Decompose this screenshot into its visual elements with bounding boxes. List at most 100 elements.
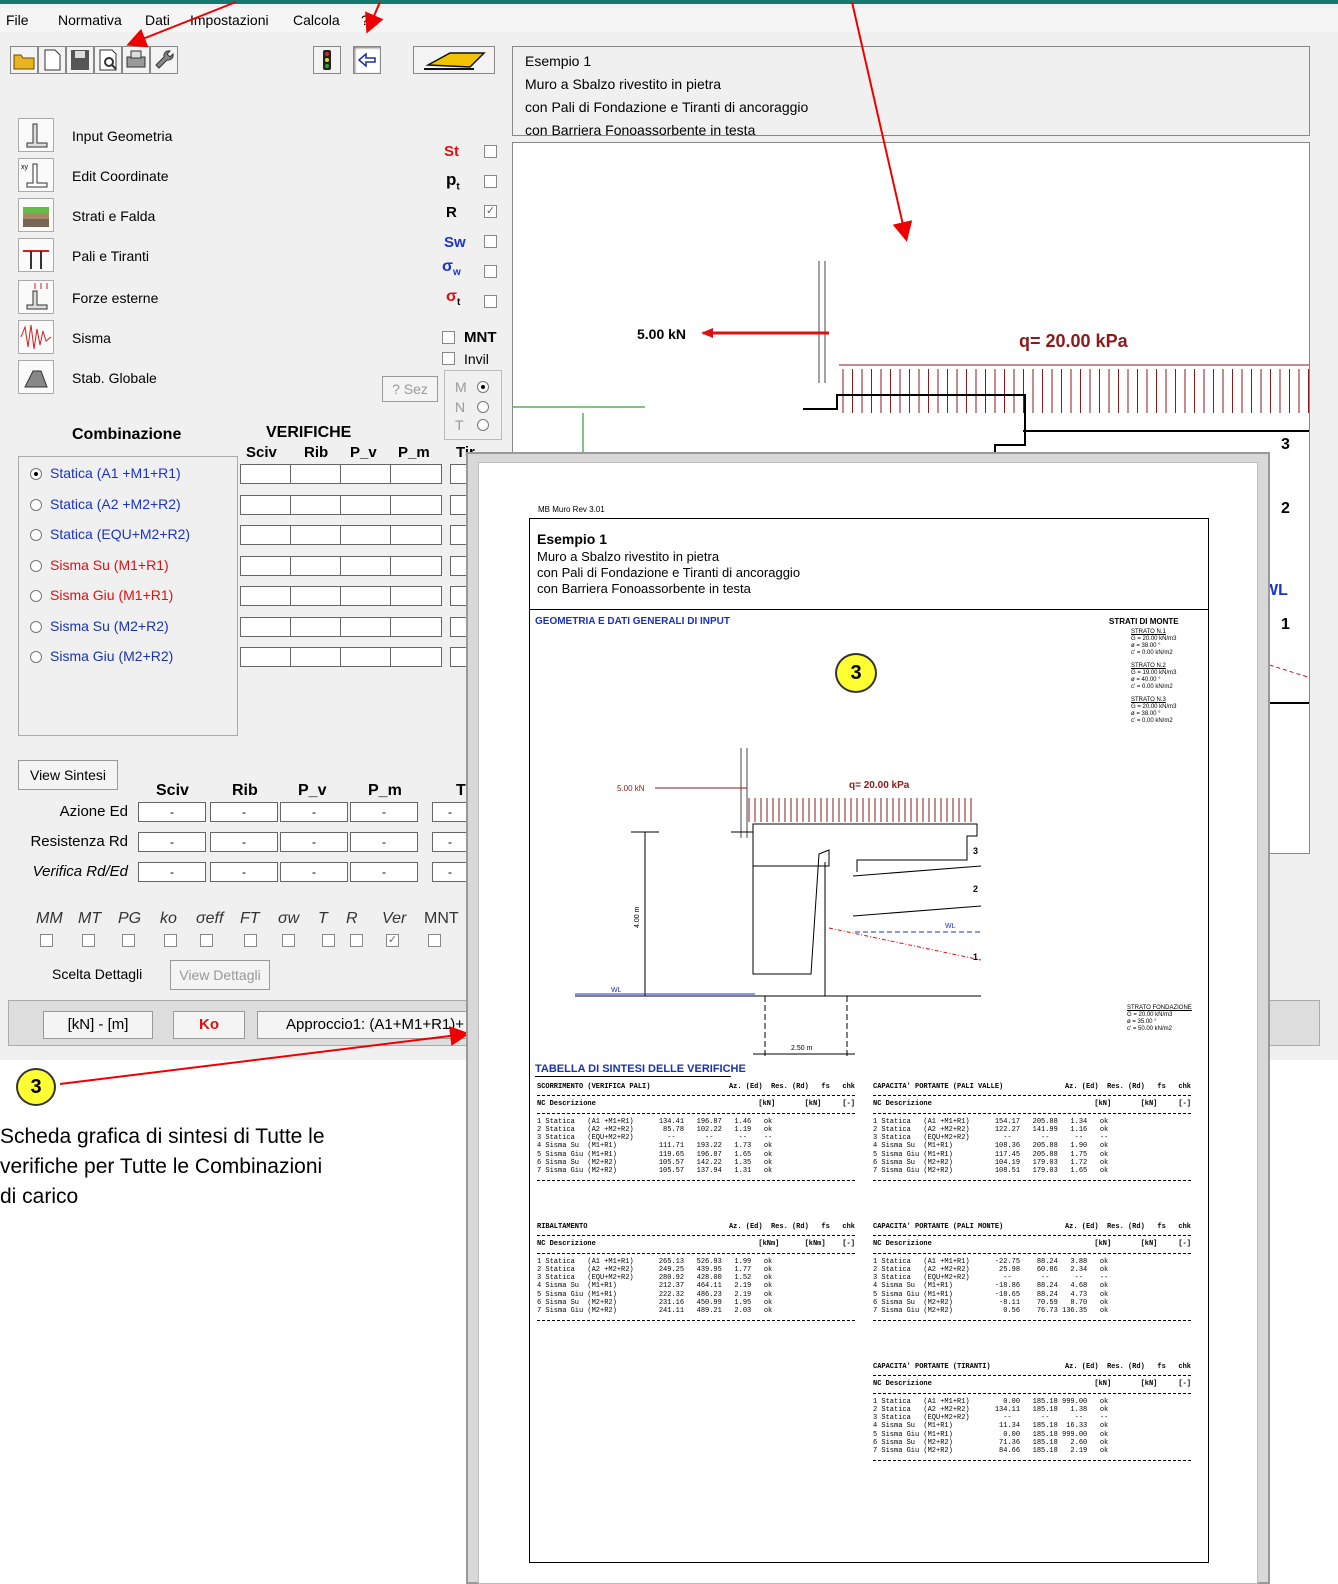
strati-title: STRATI DI MONTE — [1109, 617, 1179, 626]
strato-entry: STRATO N.2 G = 19.00 kN/m3 ø = 40.00 ° c' =… — [1131, 663, 1211, 691]
report-badge: 3 — [835, 653, 877, 693]
strati-list: STRATO N.1 G = 20.00 kN/m3 ø = 38.00 ° c' =… — [1131, 629, 1211, 731]
table-rule — [873, 1392, 1191, 1394]
callout-arrow — [126, 1, 237, 48]
table-row: 3 Statica (EQU+M2+R2) 280.92 428.00 1.52… — [537, 1274, 773, 1283]
report-desc-line-1: Muro a Sbalzo rivestito in pietra — [537, 549, 720, 564]
table-row: 6 Sisma Su (M2+R2) 105.57 142.22 1.35 ok — [537, 1159, 773, 1168]
table-row: 6 Sisma Su (M2+R2) 71.36 185.18 2.60 ok — [873, 1439, 1109, 1448]
callout-arrow — [365, 1, 384, 34]
report-wall-outline — [731, 823, 978, 872]
table-row: 2 Statica (A2 +M2+R2) 249.25 439.95 1.77… — [537, 1265, 773, 1274]
table-rule — [873, 1235, 1191, 1237]
verification-table: CAPACITA' PORTANTE (TIRANTI) Az. (Ed) Res… — [873, 1363, 1191, 1465]
table-subhead: NC Descrizione [kN] [kN] [-] — [873, 1380, 1191, 1388]
table-row: 1 Statica (A1 +M1+R1) -22.75 88.24 3.88 … — [873, 1257, 1109, 1266]
fondazione-phi: ø = 35.00 ° — [1127, 1019, 1157, 1025]
table-rule — [537, 1319, 855, 1321]
table-row: 1 Statica (A1 +M1+R1) 265.13 526.93 1.99… — [537, 1257, 773, 1266]
report-description: Muro a Sbalzo rivestito in pietra con Pa… — [537, 549, 937, 597]
strato-g: G = 19.00 kN/m3 — [1131, 670, 1177, 676]
table-rule — [537, 1112, 855, 1114]
table-rule — [873, 1179, 1191, 1181]
table-rule — [873, 1095, 1191, 1097]
table-row: 5 Sisma Giu (M1+R1) 119.65 196.87 1.65 o… — [537, 1150, 773, 1159]
strato-name: STRATO N.3 — [1131, 697, 1166, 703]
table-row: 6 Sisma Su (M2+R2) -8.11 70.59 8.70 ok — [873, 1299, 1109, 1308]
layer-boundary — [852, 905, 982, 917]
table-rule — [873, 1112, 1191, 1114]
table-subhead: NC Descrizione [kN] [kN] [-] — [873, 1100, 1191, 1108]
strato-entry: STRATO N.3 G = 20.00 kN/m3 ø = 38.00 ° c' =… — [1131, 697, 1211, 725]
geometry-section-title: GEOMETRIA E DATI GENERALI DI INPUT — [535, 616, 731, 627]
table-rule — [537, 1179, 855, 1181]
sintesi-table-title: TABELLA DI SINTESI DELLE VERIFICHE — [535, 1063, 746, 1075]
report-wall-drawing: 5.00 kN q= 20.00 kPa 4.00 m WL WL 3 2 1 … — [575, 748, 982, 1056]
report-load-label: q= 20.00 kPa — [849, 780, 910, 791]
table-nc-header: NC Descrizione — [873, 1380, 932, 1389]
table-row: 7 Sisma Giu (M2+R2) 0.56 76.73 136.35 ok — [873, 1307, 1109, 1316]
table-row: 5 Sisma Giu (M1+R1) -18.65 88.24 4.73 ok — [873, 1290, 1109, 1299]
strato-c: c' = 0.00 kN/m2 — [1131, 650, 1173, 656]
table-title: CAPACITA' PORTANTE (PALI MONTE) — [873, 1223, 1004, 1231]
table-col-header: Az. (Ed) Res. (Rd) fs chk — [1064, 1363, 1191, 1371]
report-sheet[interactable]: MB Muro Rev 3.01 Esempio 1 Muro a Sbalzo… — [478, 462, 1258, 1584]
report-divider — [529, 609, 1209, 610]
table-nc-header: NC Descrizione — [873, 1240, 932, 1249]
table-subhead: NC Descrizione [kN] [kN] [-] — [537, 1100, 855, 1108]
report-wl-front: WL — [611, 987, 622, 994]
table-row: 4 Sisma Su (M1+R1) 212.37 464.11 2.19 ok — [537, 1282, 773, 1291]
table-title: CAPACITA' PORTANTE (TIRANTI) — [873, 1363, 991, 1371]
table-row: 4 Sisma Su (M1+R1) 108.36 205.88 1.90 ok — [873, 1142, 1109, 1151]
table-nc-header: NC Descrizione — [873, 1100, 932, 1109]
width-label: 2.50 m — [791, 1045, 813, 1052]
table-row: 3 Statica (EQU+M2+R2) -- -- -- -- — [873, 1134, 1109, 1143]
table-row: 3 Statica (EQU+M2+R2) -- -- -- -- — [873, 1274, 1109, 1283]
table-row: 2 Statica (A2 +M2+R2) 134.11 185.18 1.38… — [873, 1405, 1109, 1414]
callout-arrow — [851, 1, 913, 242]
report-wl-back: WL — [945, 923, 956, 930]
table-row: 5 Sisma Giu (M1+R1) 222.32 486.23 2.19 o… — [537, 1290, 773, 1299]
table-head: CAPACITA' PORTANTE (TIRANTI) Az. (Ed) Res… — [873, 1363, 1191, 1371]
report-distributed-load — [748, 798, 972, 822]
table-row: 6 Sisma Su (M2+R2) 104.19 179.03 1.72 ok — [873, 1159, 1109, 1168]
table-rule — [537, 1235, 855, 1237]
table-nc-header: NC Descrizione — [537, 1240, 596, 1249]
verification-table: CAPACITA' PORTANTE (PALI MONTE) Az. (Ed) … — [873, 1223, 1191, 1325]
callout-arrow — [59, 1026, 470, 1085]
report-desc-line-3: con Barriera Fonoassorbente in testa — [537, 581, 751, 596]
table-units: [kNm] [kNm] [-] — [758, 1240, 855, 1249]
strato-phi: ø = 38.00 ° — [1131, 643, 1161, 649]
table-row: 2 Statica (A2 +M2+R2) 25.98 60.86 2.34 o… — [873, 1265, 1109, 1274]
table-col-header: Az. (Ed) Res. (Rd) fs chk — [1064, 1083, 1191, 1091]
strato-phi: ø = 40.00 ° — [1131, 677, 1161, 683]
strato-name: STRATO N.2 — [1131, 663, 1166, 669]
table-head: CAPACITA' PORTANTE (PALI VALLE) Az. (Ed) … — [873, 1083, 1191, 1091]
strato-c: c' = 0.00 kN/m2 — [1131, 718, 1173, 724]
table-row: 3 Statica (EQU+M2+R2) -- -- -- -- — [537, 1134, 773, 1143]
verification-table: RIBALTAMENTO Az. (Ed) Res. (Rd) fs chk NC … — [537, 1223, 855, 1325]
table-units: [kN] [kN] [-] — [1094, 1240, 1191, 1249]
fondazione-c: c' = 50.00 kN/m2 — [1127, 1026, 1172, 1032]
table-rule — [873, 1319, 1191, 1321]
callout-text: Scheda grafica di sintesi di Tutte le ve… — [0, 1125, 325, 1208]
table-rule — [537, 1252, 855, 1254]
table-row: 3 Statica (EQU+M2+R2) -- -- -- -- — [873, 1414, 1109, 1423]
fondazione-g: G = 20.00 kN/m3 — [1127, 1012, 1173, 1018]
table-rule — [537, 1095, 855, 1097]
fondazione-block: STRATO FONDAZIONE G = 20.00 kN/m3 ø = 35.0… — [1127, 1005, 1211, 1033]
table-rule — [873, 1252, 1191, 1254]
table-units: [kN] [kN] [-] — [758, 1100, 855, 1109]
table-row: 7 Sisma Giu (M2+R2) 84.66 185.18 2.19 ok — [873, 1447, 1109, 1456]
table-col-header: Az. (Ed) Res. (Rd) fs chk — [1064, 1223, 1191, 1231]
table-subhead: NC Descrizione [kNm] [kNm] [-] — [537, 1240, 855, 1248]
report-layer-1: 1 — [973, 952, 978, 962]
table-col-header: Az. (Ed) Res. (Rd) fs chk — [728, 1083, 855, 1091]
table-row: 2 Statica (A2 +M2+R2) 122.27 141.99 1.16… — [873, 1125, 1109, 1134]
layer-boundary — [852, 865, 982, 877]
report-title: Esempio 1 — [537, 531, 608, 547]
table-subhead: NC Descrizione [kN] [kN] [-] — [873, 1240, 1191, 1248]
verification-table: CAPACITA' PORTANTE (PALI VALLE) Az. (Ed) … — [873, 1083, 1191, 1185]
sintesi-underline — [535, 1076, 731, 1077]
table-row: 4 Sisma Su (M1+R1) 111.71 193.22 1.73 ok — [537, 1142, 773, 1151]
